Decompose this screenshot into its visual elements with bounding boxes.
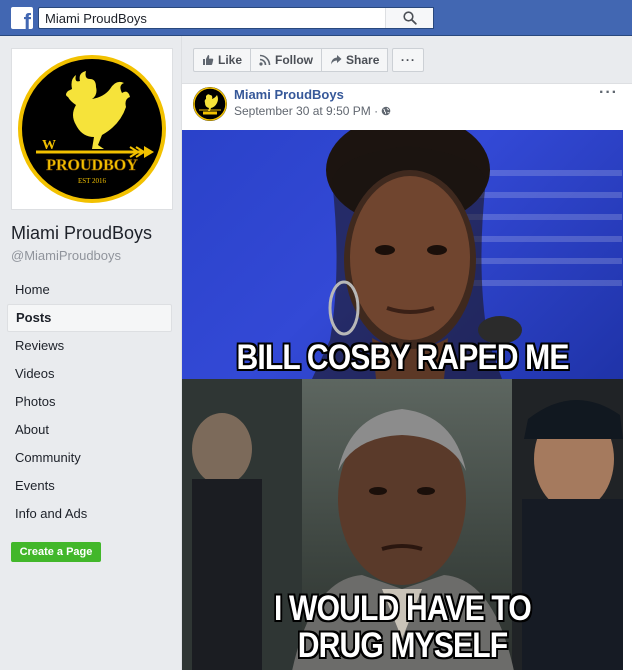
thumbs-up-icon [203, 55, 214, 65]
search-button[interactable] [385, 8, 433, 28]
meme-bottom-caption-line-1: I WOULD HAVE TO [274, 589, 532, 628]
search-box [38, 7, 434, 29]
page-handle[interactable]: @MiamiProudboys [11, 248, 121, 263]
like-label: Like [218, 53, 243, 67]
rss-icon [259, 54, 271, 66]
page-action-bar: Like Follow Share ··· [193, 48, 425, 72]
meme-bottom-panel: I WOULD HAVE TO DRUG MYSELF [182, 379, 623, 670]
logo-letter-w: W [42, 138, 56, 153]
sidebar-item-community[interactable]: Community [7, 444, 172, 472]
search-icon [402, 11, 417, 25]
follow-label: Follow [275, 53, 314, 67]
page-profile-picture[interactable]: W PROUDBOY EST 2016 [11, 48, 173, 210]
page-sidebar-nav: Home Posts Reviews Videos Photos About C… [7, 276, 172, 528]
top-navigation-bar: f [0, 0, 632, 36]
sidebar-item-info-and-ads[interactable]: Info and Ads [7, 500, 172, 528]
post-card: Miami ProudBoys September 30 at 9:50 PM … [182, 83, 632, 670]
proudboy-logo: W PROUDBOY EST 2016 [18, 55, 166, 203]
meme-top-panel: BILL COSBY RAPED ME [182, 130, 623, 379]
sidebar-item-home[interactable]: Home [7, 276, 172, 304]
sidebar-item-photos[interactable]: Photos [7, 388, 172, 416]
share-button[interactable]: Share [321, 48, 389, 72]
post-author-avatar[interactable] [193, 87, 227, 121]
post-timestamp: September 30 at 9:50 PM · [234, 104, 391, 118]
sidebar-item-reviews[interactable]: Reviews [7, 332, 172, 360]
more-actions-button[interactable]: ··· [392, 48, 425, 72]
share-label: Share [346, 53, 380, 67]
search-input[interactable] [39, 8, 389, 28]
facebook-logo-icon[interactable]: f [11, 7, 33, 29]
proudboy-logo-small [193, 87, 227, 121]
like-button[interactable]: Like [193, 48, 252, 72]
meme-bottom-caption-line-2: DRUG MYSELF [297, 626, 508, 665]
meme-top-caption: BILL COSBY RAPED ME [236, 338, 569, 377]
sidebar-item-about[interactable]: About [7, 416, 172, 444]
sidebar-item-videos[interactable]: Videos [7, 360, 172, 388]
follow-button[interactable]: Follow [250, 48, 323, 72]
logo-wordmark: PROUDBOY [46, 157, 138, 174]
globe-icon[interactable] [381, 106, 391, 116]
post-author-name[interactable]: Miami ProudBoys [234, 87, 344, 102]
logo-est: EST 2016 [78, 177, 107, 185]
post-options-button[interactable]: ··· [599, 84, 618, 102]
sidebar-item-posts[interactable]: Posts [7, 304, 172, 332]
post-image[interactable]: BILL COSBY RAPED ME I WOULD HAVE TO DRUG… [182, 130, 623, 670]
create-page-button[interactable]: Create a Page [11, 542, 101, 562]
page-name[interactable]: Miami ProudBoys [11, 223, 152, 244]
facebook-logo-letter: f [23, 9, 31, 30]
share-arrow-icon [331, 55, 342, 65]
sidebar-item-events[interactable]: Events [7, 472, 172, 500]
post-timestamp-text[interactable]: September 30 at 9:50 PM · [234, 104, 378, 118]
